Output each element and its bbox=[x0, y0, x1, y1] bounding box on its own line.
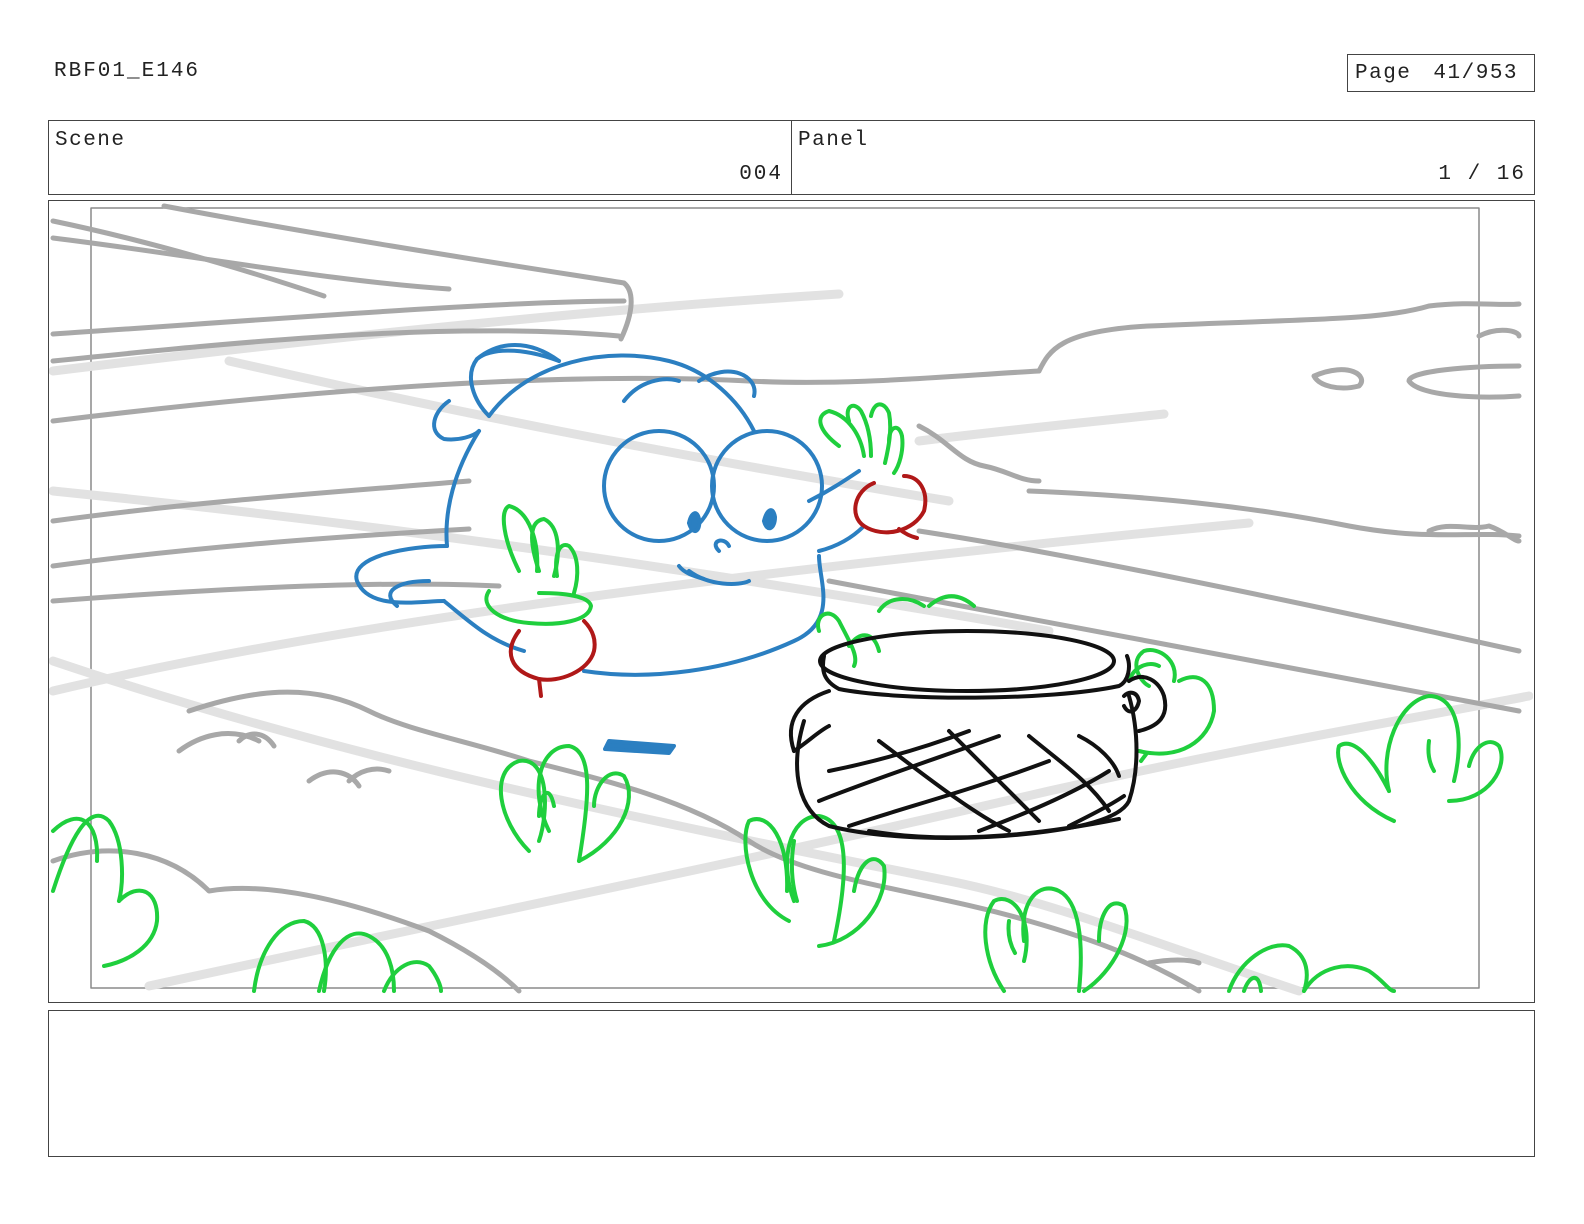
page-counter: Page 41/953 bbox=[1347, 54, 1535, 92]
scene-number: 004 bbox=[739, 163, 783, 186]
radish-leaves bbox=[51, 402, 1504, 993]
panel-notes[interactable] bbox=[48, 1010, 1535, 1157]
page-number: 41/953 bbox=[1433, 61, 1519, 85]
panel-label: Panel bbox=[798, 129, 869, 152]
scene-cell: Scene 004 bbox=[49, 121, 791, 194]
scene-label: Scene bbox=[55, 129, 126, 152]
storyboard-panel bbox=[48, 200, 1535, 1003]
panel-cell: Panel 1 / 16 bbox=[791, 121, 1534, 194]
document-id: RBF01_E146 bbox=[54, 60, 201, 83]
page-label: Page bbox=[1355, 61, 1412, 85]
scene-panel-header: Scene 004 Panel 1 / 16 bbox=[48, 120, 1535, 195]
storyboard-sketch bbox=[49, 203, 1533, 996]
panel-number: 1 / 16 bbox=[1438, 163, 1526, 186]
